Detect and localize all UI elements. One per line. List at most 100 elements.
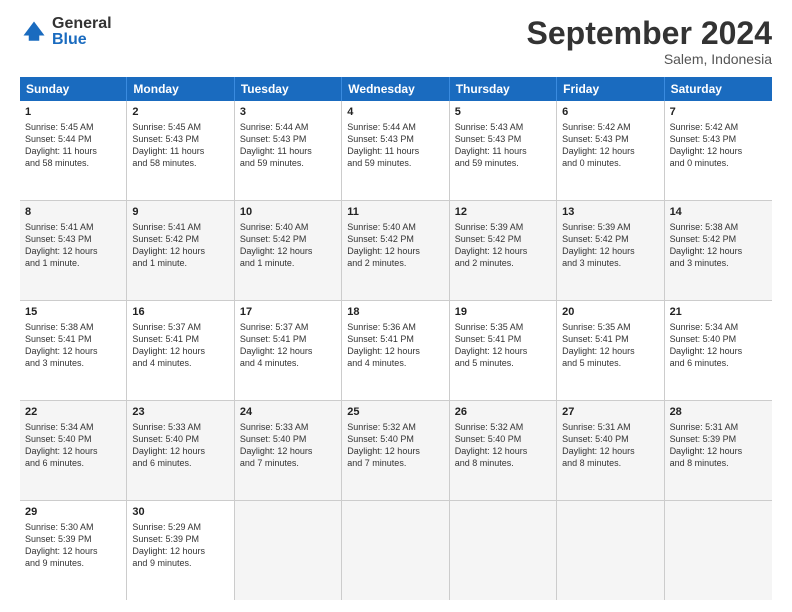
table-row: 5Sunrise: 5:43 AMSunset: 5:43 PMDaylight… <box>450 101 557 200</box>
day-info: and 1 minute. <box>25 258 80 268</box>
table-row: 4Sunrise: 5:44 AMSunset: 5:43 PMDaylight… <box>342 101 449 200</box>
day-info: Sunset: 5:42 PM <box>455 234 522 244</box>
week-row-3: 15Sunrise: 5:38 AMSunset: 5:41 PMDayligh… <box>20 301 772 401</box>
day-info: Sunrise: 5:39 AM <box>455 222 524 232</box>
day-info: Sunset: 5:40 PM <box>562 434 629 444</box>
day-info: Sunset: 5:41 PM <box>240 334 307 344</box>
day-info: Daylight: 11 hours <box>347 146 419 156</box>
day-info: and 8 minutes. <box>670 458 729 468</box>
table-row <box>450 501 557 600</box>
day-info: Sunrise: 5:33 AM <box>132 422 201 432</box>
table-row: 8Sunrise: 5:41 AMSunset: 5:43 PMDaylight… <box>20 201 127 300</box>
day-number: 28 <box>670 405 767 420</box>
day-info: Sunset: 5:42 PM <box>347 234 414 244</box>
day-info: Daylight: 12 hours <box>132 546 205 556</box>
day-info: Sunset: 5:42 PM <box>670 234 737 244</box>
day-info: Sunrise: 5:35 AM <box>562 322 631 332</box>
day-number: 22 <box>25 405 121 420</box>
table-row: 2Sunrise: 5:45 AMSunset: 5:43 PMDaylight… <box>127 101 234 200</box>
day-info: Sunrise: 5:37 AM <box>132 322 201 332</box>
day-info: Sunset: 5:43 PM <box>562 134 629 144</box>
day-info: Sunrise: 5:37 AM <box>240 322 309 332</box>
day-info: Sunrise: 5:41 AM <box>132 222 201 232</box>
day-info: and 5 minutes. <box>455 358 514 368</box>
day-info: Sunrise: 5:43 AM <box>455 122 524 132</box>
day-info: and 6 minutes. <box>132 458 191 468</box>
day-info: Sunset: 5:43 PM <box>455 134 522 144</box>
table-row: 17Sunrise: 5:37 AMSunset: 5:41 PMDayligh… <box>235 301 342 400</box>
week-row-5: 29Sunrise: 5:30 AMSunset: 5:39 PMDayligh… <box>20 501 772 600</box>
day-info: Sunset: 5:41 PM <box>562 334 629 344</box>
day-info: Sunset: 5:44 PM <box>25 134 92 144</box>
day-number: 7 <box>670 105 767 120</box>
header-friday: Friday <box>557 77 664 101</box>
day-info: Daylight: 12 hours <box>455 446 528 456</box>
table-row: 19Sunrise: 5:35 AMSunset: 5:41 PMDayligh… <box>450 301 557 400</box>
month-title: September 2024 <box>527 16 772 51</box>
day-info: Daylight: 12 hours <box>347 346 420 356</box>
day-info: Sunrise: 5:38 AM <box>670 222 739 232</box>
day-info: Sunrise: 5:31 AM <box>562 422 631 432</box>
calendar-body: 1Sunrise: 5:45 AMSunset: 5:44 PMDaylight… <box>20 101 772 600</box>
table-row: 28Sunrise: 5:31 AMSunset: 5:39 PMDayligh… <box>665 401 772 500</box>
day-info: Sunset: 5:39 PM <box>670 434 737 444</box>
day-info: Daylight: 12 hours <box>562 246 635 256</box>
day-info: Sunset: 5:41 PM <box>455 334 522 344</box>
day-info: and 4 minutes. <box>132 358 191 368</box>
day-info: Daylight: 12 hours <box>25 246 98 256</box>
day-info: and 1 minute. <box>132 258 187 268</box>
day-info: Sunset: 5:43 PM <box>132 134 199 144</box>
table-row: 22Sunrise: 5:34 AMSunset: 5:40 PMDayligh… <box>20 401 127 500</box>
day-info: Sunrise: 5:34 AM <box>25 422 94 432</box>
day-info: and 3 minutes. <box>25 358 84 368</box>
day-info: Daylight: 11 hours <box>455 146 527 156</box>
day-info: Daylight: 12 hours <box>455 346 528 356</box>
day-info: and 6 minutes. <box>670 358 729 368</box>
day-info: Sunrise: 5:32 AM <box>455 422 524 432</box>
week-row-1: 1Sunrise: 5:45 AMSunset: 5:44 PMDaylight… <box>20 101 772 201</box>
day-number: 6 <box>562 105 658 120</box>
day-number: 18 <box>347 305 443 320</box>
day-info: and 9 minutes. <box>25 558 84 568</box>
location: Salem, Indonesia <box>527 51 772 67</box>
table-row: 1Sunrise: 5:45 AMSunset: 5:44 PMDaylight… <box>20 101 127 200</box>
day-info: Daylight: 12 hours <box>25 546 98 556</box>
title-block: September 2024 Salem, Indonesia <box>527 16 772 67</box>
day-info: and 6 minutes. <box>25 458 84 468</box>
day-info: and 2 minutes. <box>347 258 406 268</box>
table-row: 24Sunrise: 5:33 AMSunset: 5:40 PMDayligh… <box>235 401 342 500</box>
day-info: and 0 minutes. <box>670 158 729 168</box>
day-info: and 4 minutes. <box>347 358 406 368</box>
day-info: and 8 minutes. <box>455 458 514 468</box>
day-number: 9 <box>132 205 228 220</box>
day-info: Sunset: 5:40 PM <box>670 334 737 344</box>
day-info: and 58 minutes. <box>25 158 89 168</box>
day-number: 17 <box>240 305 336 320</box>
day-number: 16 <box>132 305 228 320</box>
day-info: and 8 minutes. <box>562 458 621 468</box>
day-info: Daylight: 12 hours <box>240 246 313 256</box>
day-number: 2 <box>132 105 228 120</box>
day-info: Daylight: 12 hours <box>132 446 205 456</box>
day-number: 14 <box>670 205 767 220</box>
week-row-4: 22 Sunrise: 5:34 AM Sunset: 5:40 PM Dayligh… <box>20 401 772 501</box>
header-thursday: Thursday <box>450 77 557 101</box>
day-info: Sunset: 5:43 PM <box>240 134 307 144</box>
day-info: Sunrise: 5:39 AM <box>562 222 631 232</box>
day-info: Sunset: 5:41 PM <box>25 334 92 344</box>
header-wednesday: Wednesday <box>342 77 449 101</box>
table-row <box>665 501 772 600</box>
day-info: Sunrise: 5:42 AM <box>562 122 631 132</box>
day-info: Daylight: 12 hours <box>562 446 635 456</box>
day-info: and 58 minutes. <box>132 158 196 168</box>
table-row: 6Sunrise: 5:42 AMSunset: 5:43 PMDaylight… <box>557 101 664 200</box>
day-number: 15 <box>25 305 121 320</box>
table-row: 12Sunrise: 5:39 AMSunset: 5:42 PMDayligh… <box>450 201 557 300</box>
day-info: and 7 minutes. <box>347 458 406 468</box>
day-info: Sunset: 5:43 PM <box>670 134 737 144</box>
day-info: Sunrise: 5:42 AM <box>670 122 739 132</box>
day-info: Daylight: 12 hours <box>670 346 743 356</box>
day-info: Sunset: 5:40 PM <box>347 434 414 444</box>
day-info: Sunset: 5:39 PM <box>25 534 92 544</box>
day-info: and 4 minutes. <box>240 358 299 368</box>
